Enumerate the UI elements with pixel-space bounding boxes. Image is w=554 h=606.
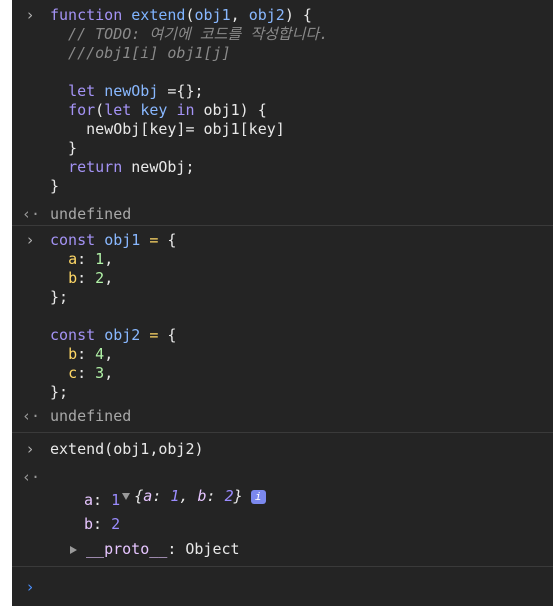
code-line: extend(obj1,obj2) xyxy=(50,440,204,458)
console-entry: › extend(obj1,obj2) ‹· {a: 1, b: 2} i a: … xyxy=(12,433,553,567)
result-arrow-icon: ‹· xyxy=(22,407,41,425)
code-comment: ///obj1[i] obj1[j] xyxy=(50,44,231,62)
code-line: }; xyxy=(50,288,69,306)
input-chevron-icon: › xyxy=(25,6,35,24)
code-line: c: 3, xyxy=(68,364,114,382)
code-line: const obj2 = { xyxy=(50,326,177,344)
code-line: let newObj ={}; xyxy=(68,82,204,100)
devtools-console: › function extend(obj1, obj2) { // TODO: … xyxy=(12,0,553,606)
code-line: function extend(obj1, obj2) { xyxy=(50,6,312,24)
object-property: b: 2 xyxy=(84,515,121,533)
prompt-chevron-icon: › xyxy=(25,578,35,596)
result-value: undefined xyxy=(50,407,132,425)
code-line: for(let key in obj1) { xyxy=(68,101,267,119)
code-line: return newObj; xyxy=(68,158,195,176)
console-input[interactable]: › xyxy=(12,567,553,606)
code-line: a: 1, xyxy=(68,250,114,268)
code-line: }; xyxy=(50,383,69,401)
result-value: undefined xyxy=(50,205,132,223)
object-property: a: 1 xyxy=(84,491,121,509)
input-chevron-icon: › xyxy=(25,440,35,458)
input-chevron-icon: › xyxy=(25,231,35,249)
code-comment: // TODO: 여기에 코드를 작성합니다. xyxy=(50,25,329,43)
code-line: const obj1 = { xyxy=(50,231,177,249)
result-arrow-icon: ‹· xyxy=(22,468,41,486)
expand-triangle-icon[interactable] xyxy=(70,545,77,554)
code-line: newObj[key]= obj1[key] xyxy=(50,120,285,138)
console-entry: › function extend(obj1, obj2) { // TODO: … xyxy=(12,0,553,226)
code-line: } xyxy=(50,139,78,157)
code-line: b: 4, xyxy=(68,345,114,363)
code-line: b: 2, xyxy=(68,269,114,287)
code-line: } xyxy=(50,177,60,195)
console-entry: › const obj1 = { a: 1, b: 2, }; const obj… xyxy=(12,226,553,433)
result-arrow-icon: ‹· xyxy=(22,205,41,223)
proto-row[interactable]: __proto__: Object xyxy=(70,540,240,559)
